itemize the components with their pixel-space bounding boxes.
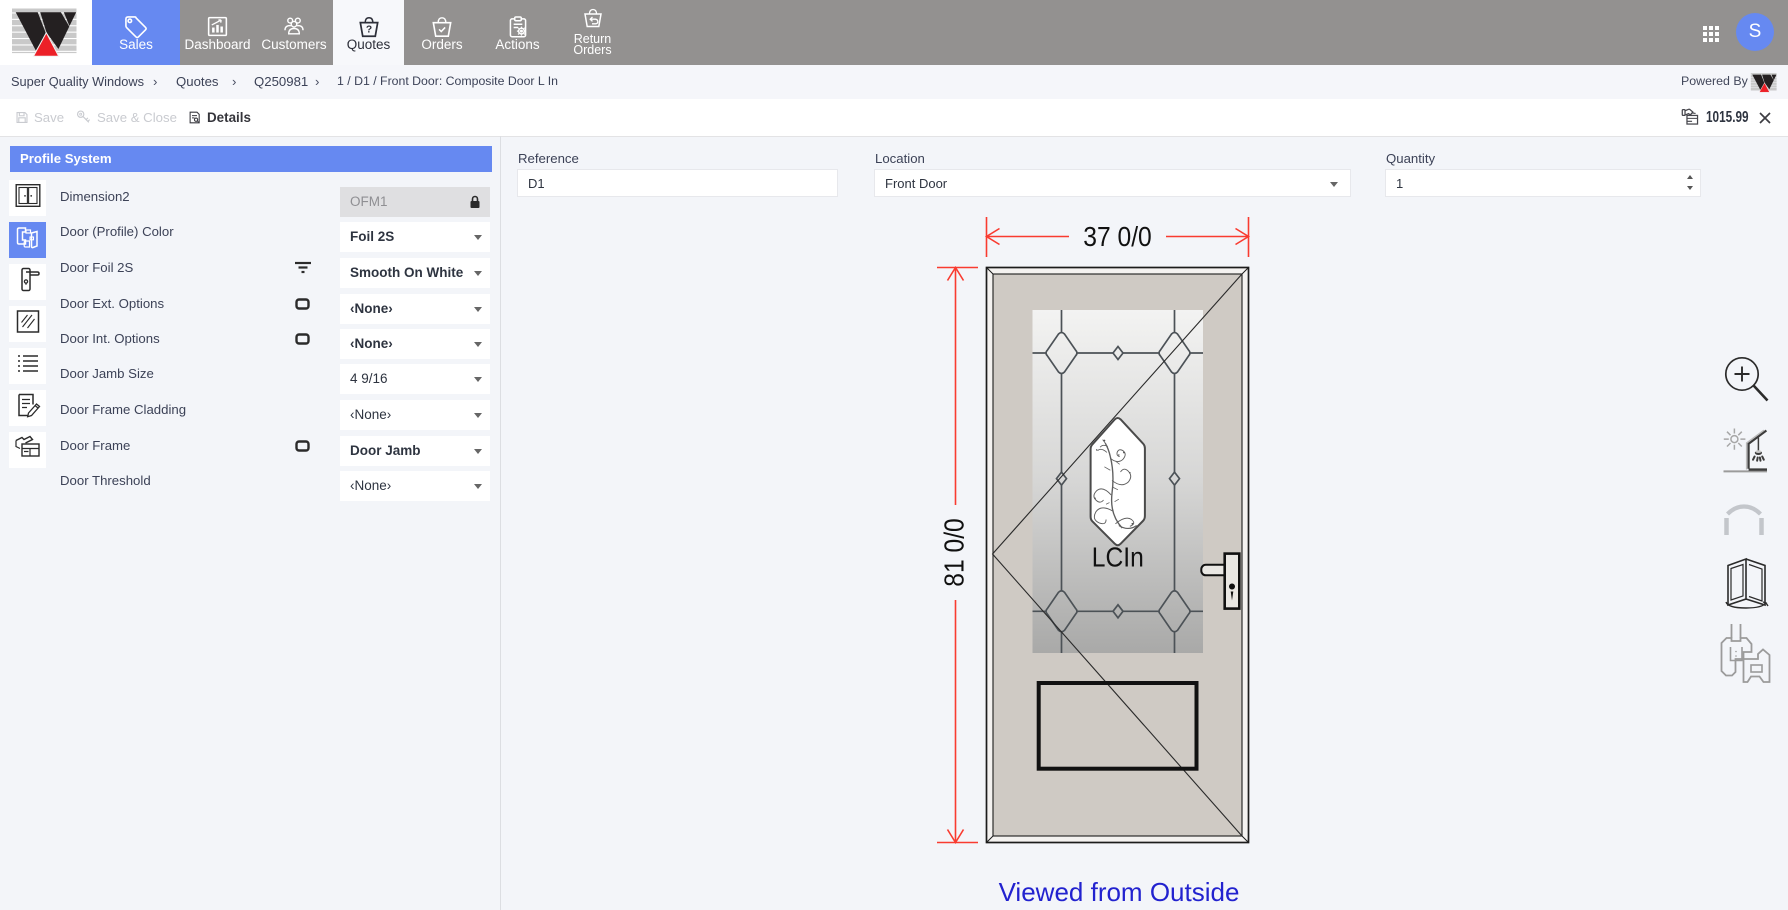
svg-text:Viewed from Outside: Viewed from Outside <box>999 877 1240 907</box>
svg-text:81 0/0: 81 0/0 <box>939 518 970 587</box>
svg-text:37 0/0: 37 0/0 <box>1083 221 1152 252</box>
svg-text:LCIn: LCIn <box>1092 542 1144 573</box>
svg-text:?: ? <box>365 24 371 35</box>
